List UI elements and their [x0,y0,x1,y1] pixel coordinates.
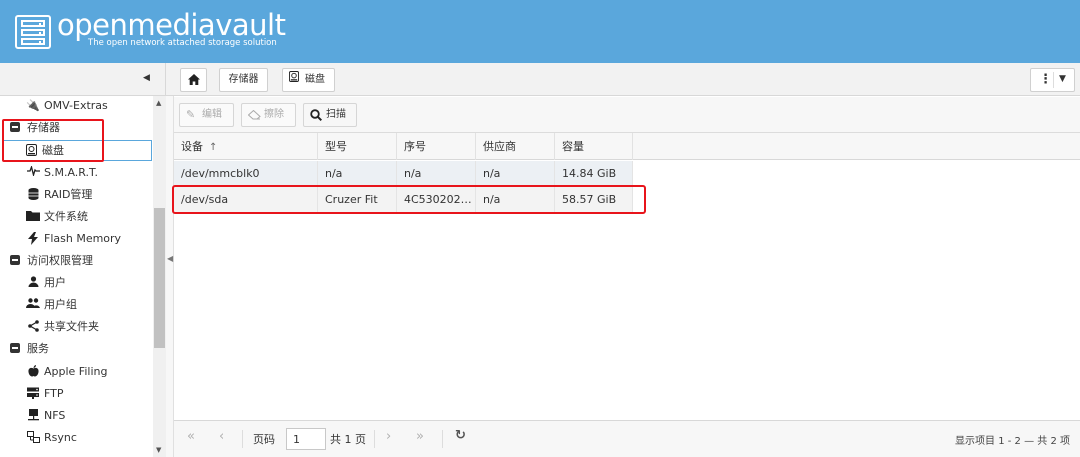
refresh-icon[interactable]: ↻ [455,428,466,443]
minus-square-icon[interactable] [8,342,22,356]
breadcrumb-disks[interactable]: 磁盘 [282,68,335,92]
column-header-device[interactable]: 设备 ↑ [174,133,318,160]
folder-icon [26,210,40,224]
sidebar-group-access-rights[interactable]: 访问权限管理 [0,250,150,272]
sidebar-item-shared-folders[interactable]: 共享文件夹 [0,316,150,338]
column-header-serial[interactable]: 序号 [397,133,476,160]
sidebar-item-groups[interactable]: 用户组 [0,294,150,316]
column-header-vendor[interactable]: 供应商 [476,133,555,160]
brand-name: openmediavault [57,8,286,42]
scroll-up-icon[interactable]: ▲ [156,99,161,107]
splitter-collapse-icon[interactable]: ◀ [167,254,173,263]
sidebar-item-filesystems[interactable]: 文件系统 [0,206,150,228]
sidebar-item-smart[interactable]: S.M.A.R.T. [0,162,150,184]
scrollbar-thumb[interactable] [154,208,165,348]
column-header-model[interactable]: 型号 [318,133,397,160]
table-row[interactable]: /dev/mmcblk0 n/a n/a n/a 14.84 GiB [174,161,633,187]
pulse-icon [26,164,40,180]
more-options-button[interactable]: ⋮ ▼ [1030,68,1075,92]
panel-splitter[interactable]: ◀ [166,96,174,457]
search-icon [310,104,323,129]
nav-toolbar: ◀ [0,63,166,96]
table-header: 设备 ↑ 型号 序号 供应商 容量 [174,133,1080,160]
disk-icon [289,69,299,91]
sidebar-scrollbar[interactable]: ▲ ▼ [153,96,166,457]
share-icon [26,320,40,334]
sidebar-item-flash-memory[interactable]: Flash Memory [0,228,150,250]
eraser-icon [247,104,261,128]
grid-toolbar: ✎ 编辑 擦除 扫描 [174,97,1080,133]
sidebar-item-rsync[interactable]: Rsync [0,427,150,449]
vertical-dots-icon: ⋮ [1039,72,1052,87]
breadcrumb-storage[interactable]: 存储器 [219,68,268,92]
annotation-highlight-sda-row [172,185,646,214]
sidebar-item-apple-filing[interactable]: Apple Filing [0,361,150,383]
sidebar-item-raid[interactable]: RAID管理 [0,184,150,206]
scan-button[interactable]: 扫描 [303,103,357,127]
sidebar-group-services[interactable]: 服务 [0,338,150,360]
brand-tagline: The open network attached storage soluti… [88,38,277,48]
sidebar-item-omv-extras[interactable]: 🔌 OMV-Extras [0,96,150,117]
scroll-down-icon[interactable]: ▼ [156,446,161,454]
cell-model: n/a [318,161,397,187]
home-icon [187,74,200,85]
omv-logo-icon [15,15,51,49]
minus-square-icon[interactable] [8,254,22,268]
cell-capacity: 14.84 GiB [555,161,633,187]
breadcrumb-home[interactable] [180,68,207,92]
user-icon [26,276,40,290]
caret-down-icon[interactable]: ▼ [1059,74,1066,84]
cell-serial: n/a [397,161,476,187]
pencil-icon: ✎ [186,108,196,121]
total-pages-label: 共 1 页 [330,433,366,446]
cell-vendor: n/a [476,161,555,187]
page-number-input[interactable] [286,428,326,450]
sync-icon [26,431,40,445]
app-header: openmediavault The open network attached… [0,0,1080,63]
edit-button[interactable]: ✎ 编辑 [179,103,234,127]
bolt-icon [26,232,40,246]
wipe-button[interactable]: 擦除 [241,103,296,127]
cell-device: /dev/mmcblk0 [174,161,318,187]
server-icon [26,387,40,401]
database-icon [26,188,40,202]
page-label: 页码 [253,433,275,446]
column-header-capacity[interactable]: 容量 [555,133,633,160]
sort-ascending-icon: ↑ [209,142,218,153]
breadcrumb: 存储器 磁盘 ⋮ ▼ [166,63,1080,96]
annotation-highlight-storage [2,119,104,162]
pagination-bar: « ‹ 页码 共 1 页 › » ↻ 显示项目 1 - 2 — 共 2 项 [174,420,1080,457]
collapse-nav-icon[interactable]: ◀ [143,73,153,85]
next-page-icon[interactable]: › [386,429,391,444]
last-page-icon[interactable]: » [416,429,424,444]
network-icon [26,409,40,423]
prev-page-icon[interactable]: ‹ [219,429,224,444]
apple-icon [26,365,40,379]
first-page-icon[interactable]: « [187,429,195,444]
sidebar-item-ftp[interactable]: FTP [0,383,150,405]
sidebar-item-nfs[interactable]: NFS [0,405,150,427]
sidebar-nav: 🔌 OMV-Extras 存储器 磁盘 S.M.A.R.T. RAID管理 文件… [0,96,166,457]
plug-icon: 🔌 [26,99,40,112]
users-icon [26,298,40,312]
sidebar-item-users[interactable]: 用户 [0,272,150,294]
paging-status: 显示项目 1 - 2 — 共 2 项 [955,436,1070,447]
